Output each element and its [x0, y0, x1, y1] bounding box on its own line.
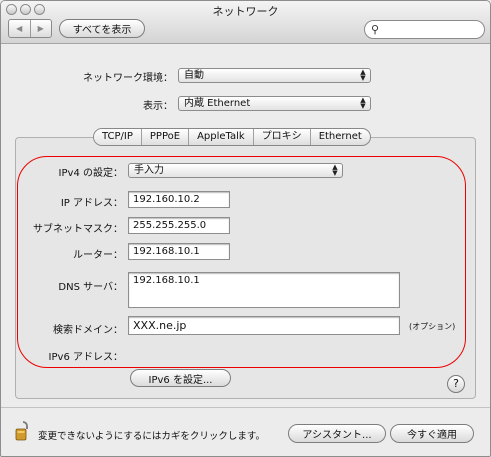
help-button[interactable]: ?: [447, 375, 465, 393]
title-bar: ネットワーク ◀ ▶ すべてを表示 ⚲: [1, 1, 490, 44]
lock-icon[interactable]: [15, 421, 31, 441]
search-input[interactable]: ⚲: [364, 20, 485, 39]
ipv4-config-popup[interactable]: 手入力 ▲ ▼: [128, 163, 343, 178]
router-field[interactable]: 192.168.10.1: [128, 243, 230, 260]
tab-proxy[interactable]: プロキシ: [252, 129, 310, 145]
ipv4-config-label: IPv4 の設定：: [58, 168, 123, 179]
window-title: ネットワーク: [212, 5, 279, 18]
search-domain-field[interactable]: XXX.ne.jp: [128, 316, 400, 335]
back-forward-buttons: ◀ ▶: [8, 19, 52, 38]
location-value: 自動: [184, 70, 204, 81]
show-popup[interactable]: 内蔵 Ethernet ▲ ▼: [178, 96, 371, 111]
search-domain-label: 検索ドメイン：: [53, 325, 123, 336]
forward-icon[interactable]: ▶: [29, 20, 52, 37]
popup-arrows-icon: ▲ ▼: [332, 163, 338, 177]
lock-message: 変更できないようにするにはカギをクリックします。: [38, 431, 265, 442]
subnet-mask-label: サブネットマスク：: [33, 224, 123, 235]
popup-arrows-icon: ▲ ▼: [360, 96, 366, 110]
ip-address-field[interactable]: 192.160.10.2: [128, 191, 230, 208]
show-all-button[interactable]: すべてを表示: [59, 19, 145, 38]
show-label: 表示：: [143, 101, 173, 112]
network-preferences-window: ネットワーク ◀ ▶ すべてを表示 ⚲ ネットワーク環境： 自動 ▲ ▼ 表示： …: [0, 0, 491, 457]
ipv6-address-label: IPv6 アドレス：: [48, 352, 123, 363]
tab-pppoe[interactable]: PPPoE: [140, 129, 188, 145]
popup-arrows-icon: ▲ ▼: [360, 68, 366, 82]
assistant-button[interactable]: アシスタント...: [288, 424, 386, 443]
tab-bar: TCP/IP PPPoE AppleTalk プロキシ Ethernet: [93, 128, 371, 146]
tab-ethernet[interactable]: Ethernet: [309, 129, 370, 145]
location-label: ネットワーク環境：: [83, 73, 173, 84]
ipv4-config-value: 手入力: [134, 165, 164, 176]
tab-appletalk[interactable]: AppleTalk: [188, 129, 253, 145]
optional-note: (オプション): [409, 322, 456, 331]
subnet-mask-field[interactable]: 255.255.255.0: [128, 217, 230, 234]
configure-ipv6-button[interactable]: IPv6 を設定...: [130, 369, 231, 387]
router-label: ルーター：: [73, 250, 123, 261]
back-icon[interactable]: ◀: [9, 20, 30, 37]
search-icon: ⚲: [371, 23, 380, 36]
tab-tcpip[interactable]: TCP/IP: [94, 129, 141, 145]
ip-address-label: IP アドレス：: [60, 198, 123, 209]
dns-server-field[interactable]: 192.168.10.1: [128, 272, 400, 308]
show-value: 内蔵 Ethernet: [184, 98, 251, 109]
apply-now-button[interactable]: 今すぐ適用: [390, 424, 474, 443]
dns-server-label: DNS サーバ：: [58, 282, 123, 293]
footer-divider: [1, 407, 490, 408]
location-popup[interactable]: 自動 ▲ ▼: [178, 68, 371, 83]
